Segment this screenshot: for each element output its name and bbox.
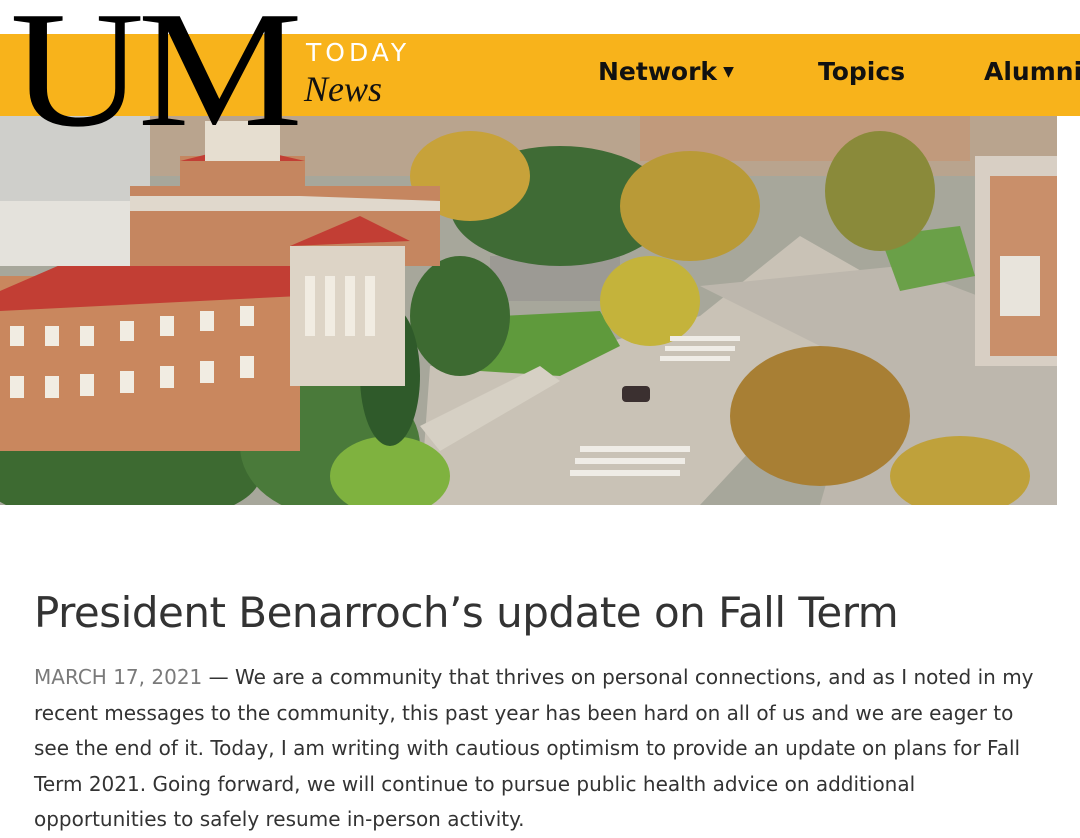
date-separator: — [202, 665, 235, 689]
hero-image [0, 116, 1057, 505]
logo-today-text: TODAY [306, 38, 411, 67]
campus-aerial-photo [0, 116, 1057, 505]
nav-alumni[interactable]: Alumni [984, 57, 1080, 86]
um-logo[interactable]: UM [10, 0, 303, 152]
article-body: MARCH 17, 2021 — We are a community that… [34, 660, 1044, 838]
article-text: We are a community that thrives on perso… [34, 665, 1034, 831]
logo-news-text: News [304, 69, 383, 109]
nav-network-label: Network [598, 57, 718, 86]
nav-network[interactable]: Network ▼ [598, 57, 734, 86]
caret-down-icon: ▼ [723, 64, 734, 80]
nav-topics[interactable]: Topics [818, 57, 905, 86]
article-date: MARCH 17, 2021 [34, 665, 203, 689]
article-title: President Benarroch’s update on Fall Ter… [34, 588, 899, 637]
